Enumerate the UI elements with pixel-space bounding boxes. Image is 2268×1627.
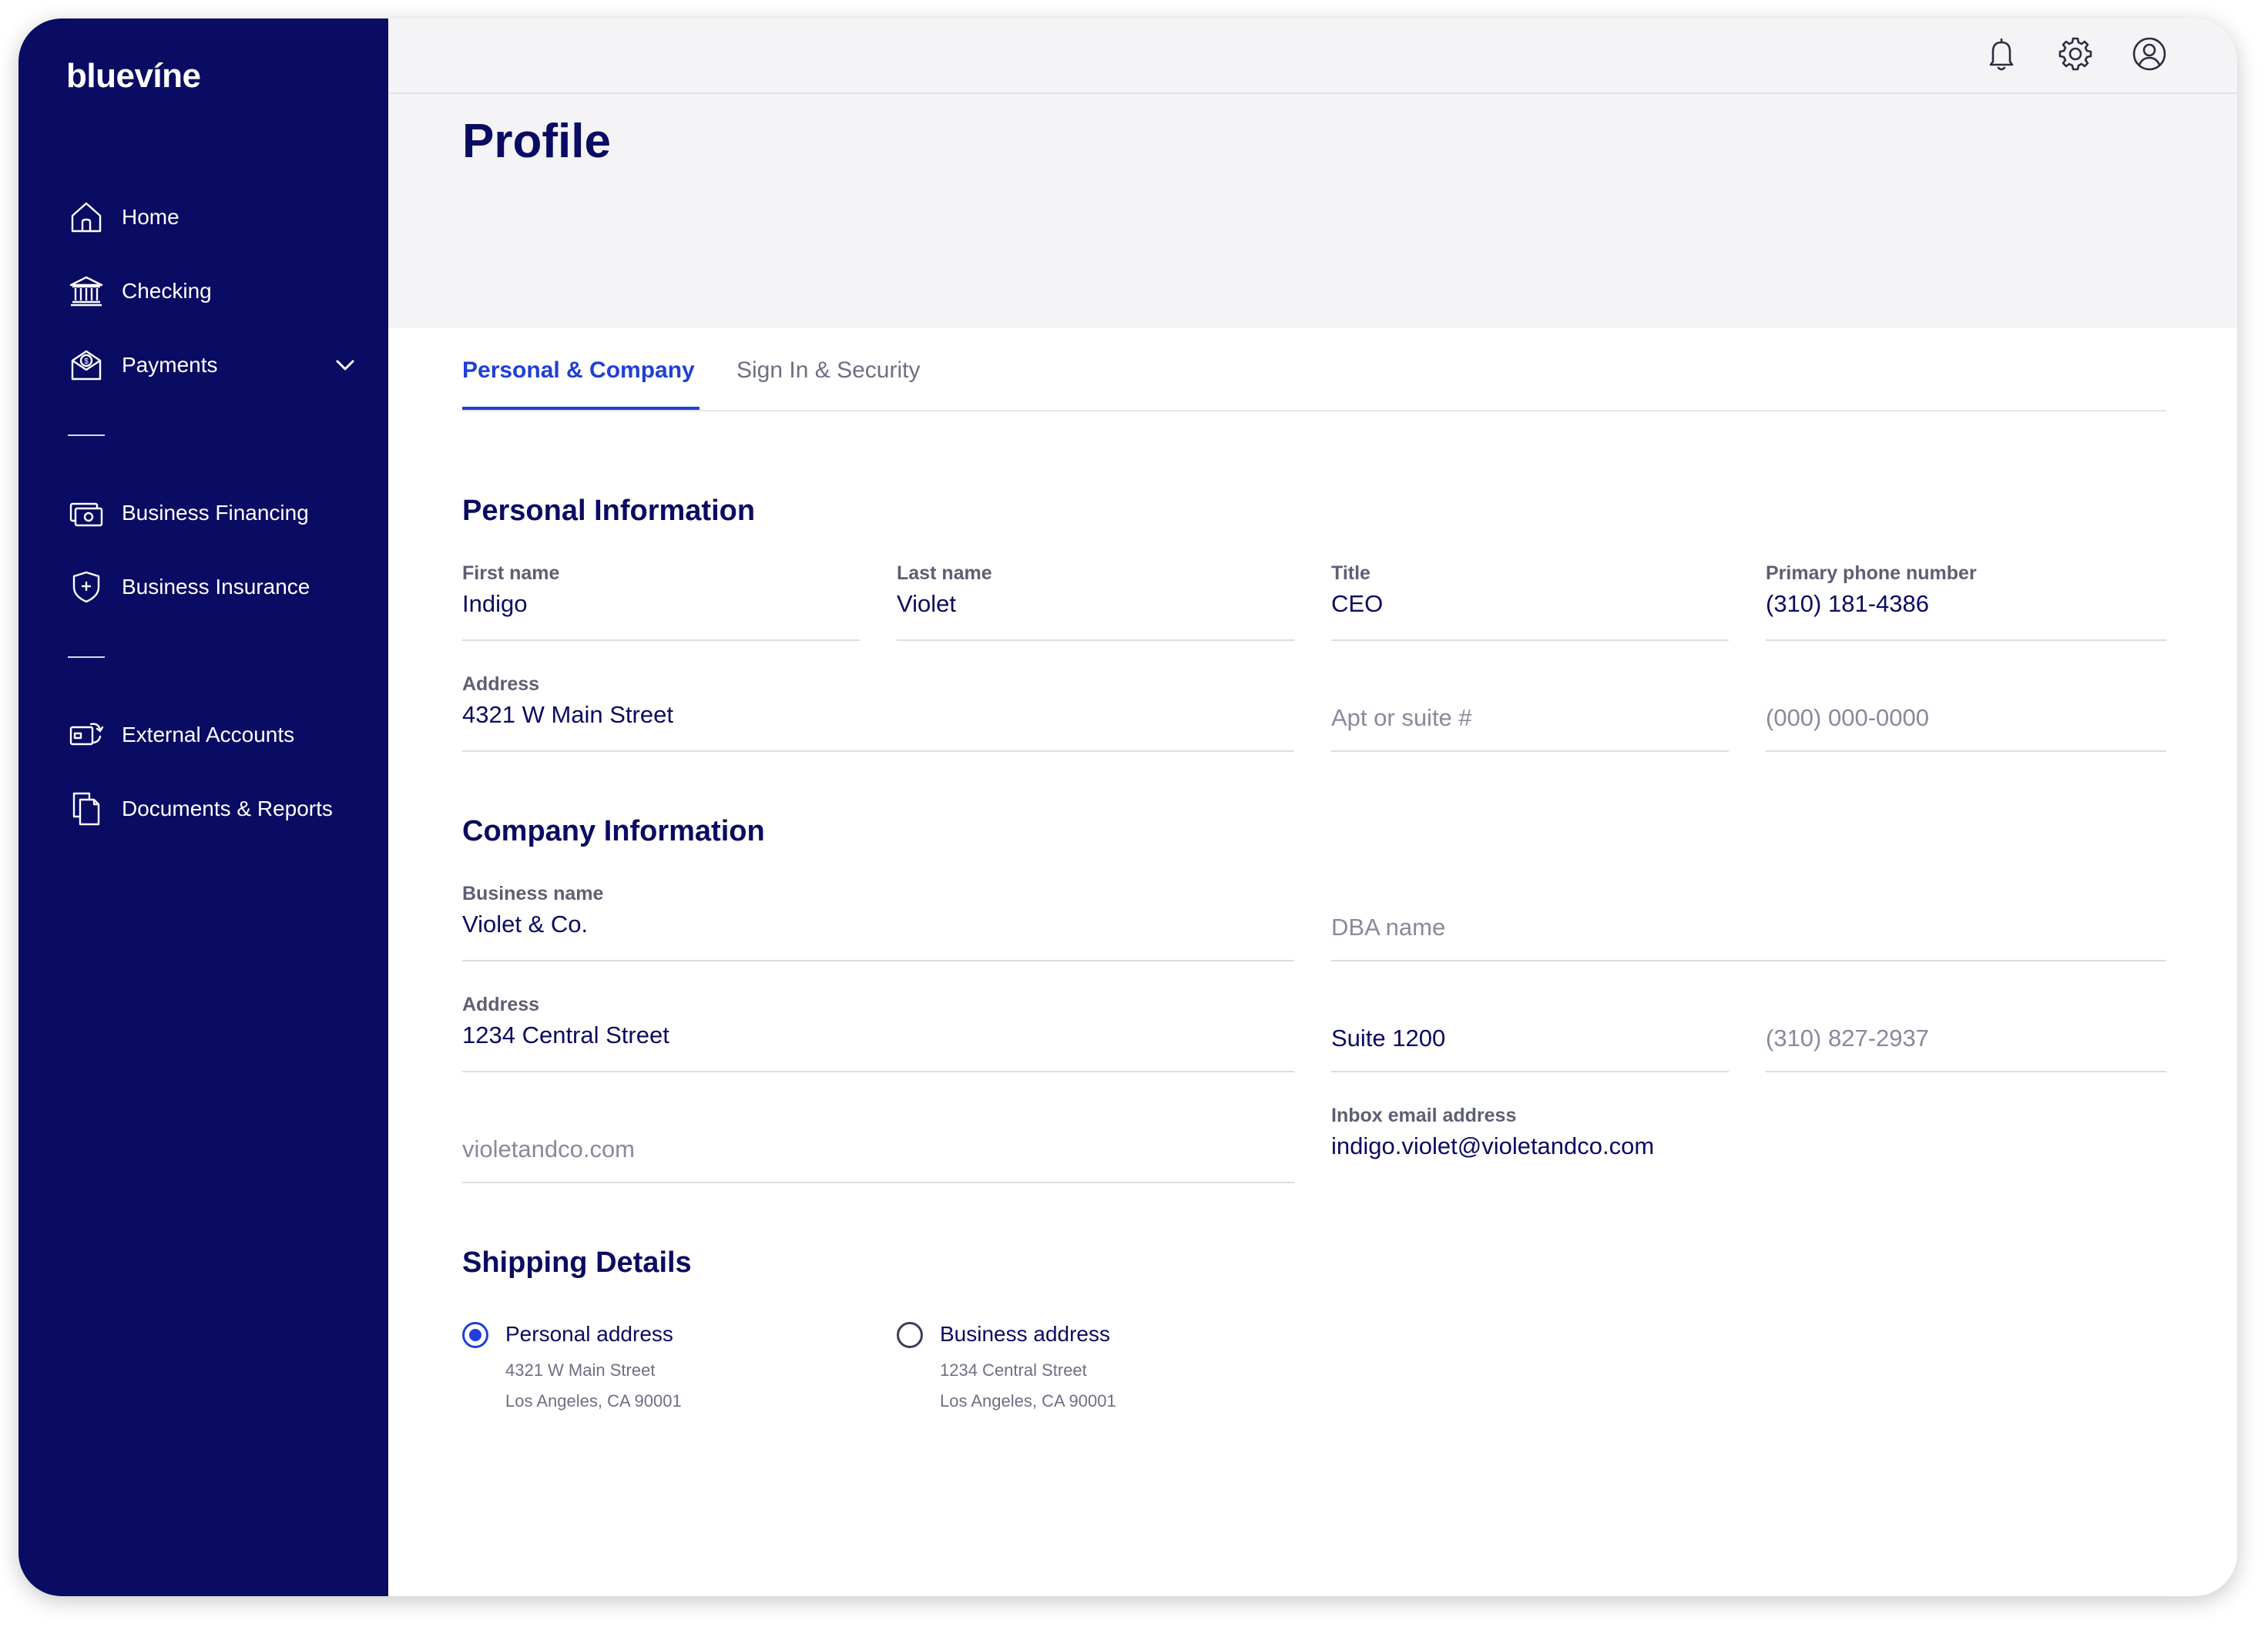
financing-icon — [68, 495, 105, 532]
sidebar-item-label: Documents & Reports — [122, 797, 333, 820]
dba-name-field[interactable]: DBA name — [1331, 875, 2166, 961]
business-name-label: Business name — [462, 883, 604, 904]
last-name-field[interactable]: Last name Violet — [897, 555, 1294, 641]
personal-information-heading: Personal Information — [462, 495, 756, 527]
app-window: bluevíne Home Checking $ Payments Busine… — [18, 18, 2237, 1596]
last-name-value: Violet — [897, 590, 956, 617]
sidebar-item-label: Home — [122, 205, 179, 229]
business-name-value: Violet & Co. — [462, 911, 589, 938]
inbox-email-value: indigo.violet@violetandco.com — [1331, 1132, 1655, 1159]
suite-field[interactable]: Suite 1200 — [1331, 986, 1729, 1072]
tab-personal-company[interactable]: Personal & Company — [462, 357, 695, 384]
sidebar-item-documents-reports[interactable]: Documents & Reports — [68, 787, 361, 830]
address-value: 4321 W Main Street — [462, 701, 673, 728]
radio-button[interactable] — [897, 1322, 923, 1348]
gear-icon[interactable] — [2055, 34, 2095, 74]
suite-value: Suite 1200 — [1331, 1025, 1446, 1052]
shield-icon — [68, 569, 105, 606]
sidebar-item-label: Checking — [122, 279, 212, 303]
tabs-divider — [462, 410, 2166, 411]
sidebar-item-label: Payments — [122, 353, 218, 377]
apt-suite-placeholder: Apt or suite # — [1331, 704, 1472, 731]
sidebar-item-business-insurance[interactable]: Business Insurance — [68, 565, 361, 609]
sidebar-item-label: Business Financing — [122, 501, 309, 525]
bank-icon — [68, 273, 105, 310]
sidebar-item-external-accounts[interactable]: External Accounts — [68, 713, 361, 756]
bluevine-logo[interactable]: bluevíne — [66, 57, 201, 96]
title-label: Title — [1331, 562, 1371, 584]
first-name-label: First name — [462, 562, 560, 584]
external-accounts-icon — [68, 716, 105, 753]
last-name-label: Last name — [897, 562, 992, 584]
address-label: Address — [462, 673, 540, 695]
sidebar: bluevíne Home Checking $ Payments Busine… — [18, 18, 388, 1596]
active-tab-indicator — [462, 407, 700, 410]
address-value: 1234 Central Street — [462, 1021, 669, 1048]
business-name-field[interactable]: Business name Violet & Co. — [462, 875, 1294, 961]
first-name-field[interactable]: First name Indigo — [462, 555, 860, 641]
secondary-phone-placeholder: (000) 000-0000 — [1766, 704, 1929, 731]
address-label: Address — [462, 994, 540, 1015]
company-phone-value: (310) 827-2937 — [1766, 1025, 1929, 1052]
shipping-personal-address-option[interactable]: Personal address 4321 W Main Street Los … — [462, 1322, 786, 1422]
sidebar-item-label: External Accounts — [122, 723, 295, 746]
website-field[interactable]: violetandco.com — [462, 1097, 1294, 1183]
shipping-business-address-option[interactable]: Business address 1234 Central Street Los… — [897, 1322, 1220, 1422]
radio-label: Personal address — [505, 1322, 673, 1346]
sidebar-item-payments[interactable]: $ Payments — [68, 344, 361, 387]
sidebar-divider — [68, 656, 105, 658]
top-bar — [388, 18, 2237, 94]
svg-text:$: $ — [84, 357, 89, 366]
sidebar-item-checking[interactable]: Checking — [68, 270, 361, 313]
company-phone-field[interactable]: (310) 827-2937 — [1766, 986, 2166, 1072]
home-icon — [68, 199, 105, 236]
page-title: Profile — [462, 115, 611, 168]
primary-phone-value: (310) 181-4386 — [1766, 590, 1929, 617]
chevron-down-icon[interactable] — [330, 350, 361, 381]
dba-name-placeholder: DBA name — [1331, 914, 1446, 941]
radio-button-selected[interactable] — [462, 1322, 488, 1348]
shipping-details-heading: Shipping Details — [462, 1246, 692, 1279]
website-value: violetandco.com — [462, 1136, 636, 1162]
address-line-2: Los Angeles, CA 90001 — [940, 1391, 1116, 1411]
personal-address-field[interactable]: Address 4321 W Main Street — [462, 666, 1294, 752]
apt-suite-field[interactable]: Apt or suite # — [1331, 666, 1729, 752]
radio-label: Business address — [940, 1322, 1111, 1346]
inbox-email-label: Inbox email address — [1331, 1105, 1517, 1126]
address-line-1: 1234 Central Street — [940, 1360, 1087, 1380]
primary-phone-field[interactable]: Primary phone number (310) 181-4386 — [1766, 555, 2166, 641]
user-icon[interactable] — [2129, 34, 2169, 74]
primary-phone-label: Primary phone number — [1766, 562, 1977, 584]
address-line-1: 4321 W Main Street — [505, 1360, 656, 1380]
title-value: CEO — [1331, 590, 1384, 617]
sidebar-item-business-financing[interactable]: Business Financing — [68, 491, 361, 535]
sidebar-item-label: Business Insurance — [122, 575, 310, 599]
inbox-email-field: Inbox email address indigo.violet@violet… — [1331, 1097, 2166, 1183]
company-address-field[interactable]: Address 1234 Central Street — [462, 986, 1294, 1072]
page-header — [388, 94, 2237, 328]
sidebar-item-home[interactable]: Home — [68, 196, 361, 239]
tab-sign-in-security[interactable]: Sign In & Security — [736, 357, 920, 384]
first-name-value: Indigo — [462, 590, 528, 617]
bell-icon[interactable] — [1981, 34, 2021, 74]
company-information-heading: Company Information — [462, 815, 765, 847]
secondary-phone-field[interactable]: (000) 000-0000 — [1766, 666, 2166, 752]
payments-icon: $ — [68, 347, 105, 384]
title-field[interactable]: Title CEO — [1331, 555, 1729, 641]
main-content: Profile Personal & Company Sign In & Sec… — [388, 18, 2237, 1596]
documents-icon — [68, 790, 105, 827]
sidebar-divider — [68, 434, 105, 436]
address-line-2: Los Angeles, CA 90001 — [505, 1391, 682, 1411]
